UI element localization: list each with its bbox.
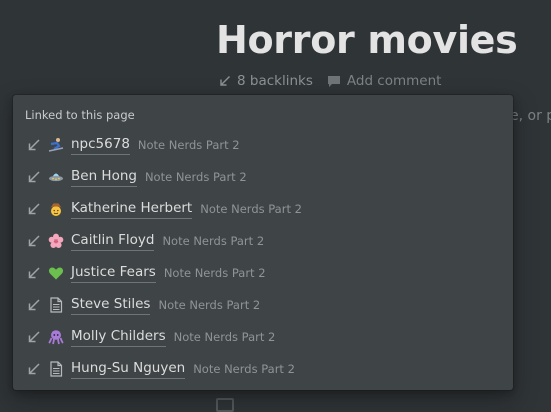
popup-header: Linked to this page: [25, 108, 135, 122]
backlink-item[interactable]: Caitlin Floyd Note Nerds Part 2: [13, 225, 513, 257]
add-comment-button[interactable]: Add comment: [327, 73, 442, 89]
backlink-name: Caitlin Floyd: [71, 232, 155, 251]
backlink-arrow-icon: [27, 362, 41, 376]
cherry-blossom-icon: [48, 233, 64, 249]
comment-icon: [327, 75, 341, 88]
document-icon: [48, 297, 64, 313]
backlink-workspace: Note Nerds Part 2: [137, 138, 240, 152]
backlink-workspace: Note Nerds Part 2: [144, 170, 247, 184]
backlinks-count: 8 backlinks: [237, 73, 313, 89]
backlink-arrow-icon: [27, 202, 41, 216]
backlink-workspace: Note Nerds Part 2: [200, 202, 302, 216]
backlink-name: npc5678: [71, 136, 130, 155]
page-body-text: e, or p: [510, 108, 551, 124]
backlink-arrow-icon: [27, 266, 41, 280]
backlink-item[interactable]: Molly Childers Note Nerds Part 2: [13, 321, 513, 353]
backlink-name: Hung-Su Nguyen: [71, 360, 186, 379]
backlinks-button[interactable]: 8 backlinks: [219, 73, 313, 89]
page-meta-row: 8 backlinks Add comment: [219, 72, 441, 90]
add-comment-label: Add comment: [346, 73, 442, 89]
backlink-name: Molly Childers: [71, 328, 166, 347]
backlink-name: Katherine Herbert: [71, 200, 193, 219]
backlink-workspace: Note Nerds Part 2: [162, 234, 265, 248]
skier-icon: [48, 137, 64, 153]
backlink-item[interactable]: Steve Stiles Note Nerds Part 2: [13, 289, 513, 321]
backlink-item[interactable]: Hung-Su Nguyen Note Nerds Part 2: [13, 353, 513, 385]
backlinks-list: npc5678 Note Nerds Part 2 Ben Hong Note …: [13, 129, 513, 385]
backlinks-popup: Linked to this page npc5678 Note Nerds P…: [13, 95, 513, 390]
backlink-arrow-icon: [27, 234, 41, 248]
backlink-arrow-icon: [27, 330, 41, 344]
ufo-icon: [48, 169, 64, 185]
backlink-workspace: Note Nerds Part 2: [173, 330, 276, 344]
backlink-item[interactable]: Katherine Herbert Note Nerds Part 2: [13, 193, 513, 225]
backlink-name: Justice Fears: [71, 264, 156, 283]
backlink-item[interactable]: Justice Fears Note Nerds Part 2: [13, 257, 513, 289]
page-title: Horror movies: [216, 18, 518, 62]
backlink-name: Ben Hong: [71, 168, 137, 187]
backlink-item[interactable]: Ben Hong Note Nerds Part 2: [13, 161, 513, 193]
octopus-icon: [48, 329, 64, 345]
backlink-workspace: Note Nerds Part 2: [193, 362, 295, 376]
backlink-item[interactable]: npc5678 Note Nerds Part 2: [13, 129, 513, 161]
backlink-arrow-icon: [27, 170, 41, 184]
backlink-arrow-icon: [27, 298, 41, 312]
document-icon: [48, 361, 64, 377]
backlink-workspace: Note Nerds Part 2: [163, 266, 266, 280]
backlink-workspace: Note Nerds Part 2: [158, 298, 261, 312]
green-heart-icon: [48, 265, 64, 281]
cowboy-face-icon: [48, 201, 64, 217]
block-handle-icon: [216, 398, 234, 412]
backlink-arrow-icon: [27, 138, 41, 152]
backlink-arrow-icon: [219, 75, 231, 87]
backlink-name: Steve Stiles: [71, 296, 151, 315]
